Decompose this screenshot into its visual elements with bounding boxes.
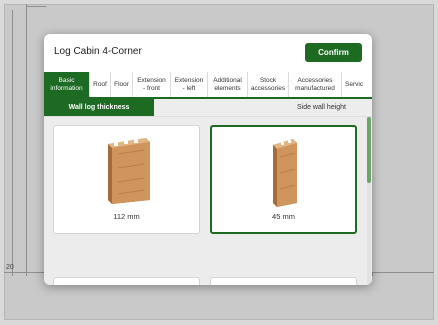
tab-additional-elements[interactable]: Additional elements [208, 72, 248, 97]
tab-extension-front[interactable]: Extension - front [133, 72, 171, 97]
plan-wall-line [12, 10, 13, 276]
tab-services[interactable]: Servic [342, 72, 372, 97]
tab-roof[interactable]: Roof [90, 72, 111, 97]
subtab-wall-log-thickness[interactable]: Wall log thickness [44, 99, 154, 116]
sub-tabs: Wall log thickness Side wall height [44, 99, 372, 117]
category-tabs: Basic information Roof Floor Extension -… [44, 72, 372, 99]
option-card[interactable] [210, 277, 357, 285]
wall-log-icon [108, 138, 150, 204]
option-card[interactable] [53, 277, 200, 285]
option-label: 45 mm [272, 212, 295, 221]
plan-wall-line [26, 4, 27, 276]
tab-floor[interactable]: Floor [111, 72, 133, 97]
tab-stock-accessories[interactable]: Stock accessories [248, 72, 289, 97]
options-scrollbar[interactable] [367, 117, 371, 285]
tab-accessories-manufactured[interactable]: Accessories manufactured [289, 72, 342, 97]
option-card-45mm[interactable]: 45 mm [210, 125, 357, 234]
tab-extension-left[interactable]: Extension - left [171, 72, 208, 97]
modal-title: Log Cabin 4-Corner [54, 46, 142, 57]
tab-basic-information[interactable]: Basic information [44, 72, 90, 97]
plan-wall-line [372, 272, 373, 276]
modal-header: Log Cabin 4-Corner Confirm [44, 34, 372, 70]
plan-wall-line [26, 6, 46, 7]
wall-log-icon [273, 139, 297, 207]
options-grid: 112 mm 45 mm [44, 117, 372, 285]
confirm-button[interactable]: Confirm [305, 43, 362, 62]
option-label: 112 mm [113, 212, 140, 221]
subtab-side-wall-height[interactable]: Side wall height [154, 99, 372, 116]
scrollbar-thumb[interactable] [367, 117, 371, 183]
option-card-112mm[interactable]: 112 mm [53, 125, 200, 234]
dimension-label: 20 [6, 264, 14, 271]
product-config-modal: Log Cabin 4-Corner Confirm Basic informa… [44, 34, 372, 285]
